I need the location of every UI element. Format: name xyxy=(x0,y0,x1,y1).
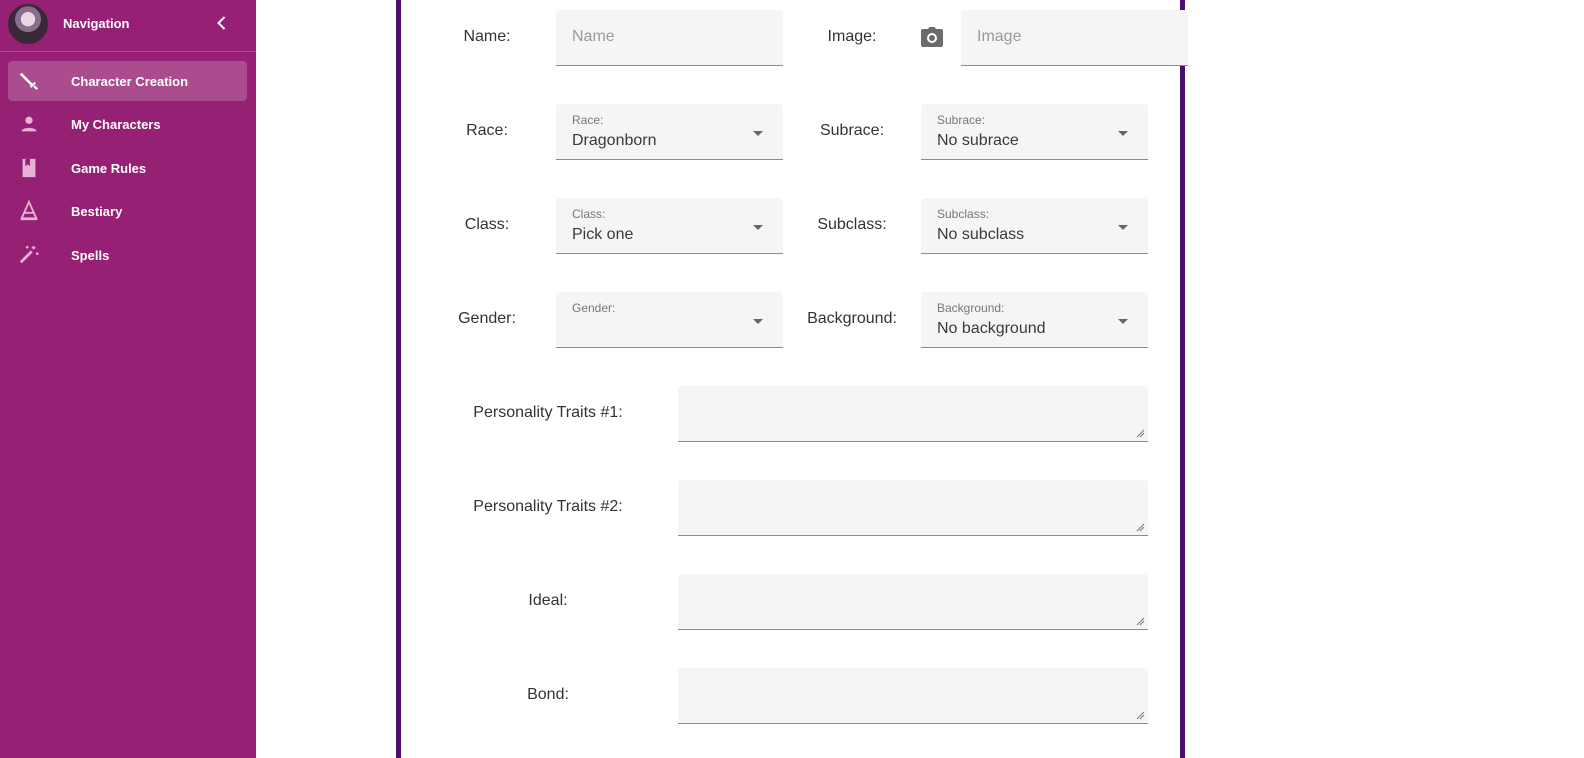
sidebar-item-my-characters[interactable]: My Characters xyxy=(8,104,247,144)
sidebar-header: Navigation xyxy=(0,0,256,50)
subclass-value: No subclass xyxy=(937,226,1025,243)
dropdown-arrow-icon xyxy=(1118,319,1128,324)
race-label: Race: xyxy=(466,122,508,139)
sidebar-item-label: Bestiary xyxy=(71,204,123,219)
class-label: Class: xyxy=(464,216,510,233)
person-icon xyxy=(21,116,37,132)
race-value: Dragonborn xyxy=(572,132,657,149)
bond-label: Bond: xyxy=(527,686,569,703)
background-label: Background: xyxy=(807,310,897,327)
subclass-field-label: Subclass: xyxy=(937,207,990,221)
sidebar-item-spells[interactable]: Spells xyxy=(8,235,247,275)
chevron-left-icon xyxy=(217,16,226,30)
magic-wand-icon xyxy=(19,245,39,264)
gender-select[interactable]: Gender: xyxy=(556,292,783,348)
class-field-label: Class: xyxy=(572,207,606,221)
resize-handle-icon[interactable] xyxy=(1136,711,1145,720)
dropdown-arrow-icon xyxy=(753,319,763,324)
form-panel-border-left xyxy=(396,0,401,758)
dropdown-arrow-icon xyxy=(1118,131,1128,136)
resize-handle-icon[interactable] xyxy=(1136,523,1145,532)
camera-icon[interactable] xyxy=(920,26,944,48)
sidebar-title: Navigation xyxy=(63,16,130,31)
ideal-label: Ideal: xyxy=(528,592,568,609)
image-label: Image: xyxy=(827,28,877,45)
subrace-select[interactable]: Subrace: No subrace xyxy=(921,104,1148,160)
background-select[interactable]: Background: No background xyxy=(921,292,1148,348)
image-input[interactable]: Image xyxy=(961,10,1188,66)
race-field-label: Race: xyxy=(572,113,604,127)
dropdown-arrow-icon xyxy=(1118,225,1128,230)
sidebar-item-character-creation[interactable]: Character Creation xyxy=(8,61,247,101)
book-icon xyxy=(22,158,36,178)
personality-traits-2-textarea[interactable] xyxy=(678,480,1148,536)
subclass-select[interactable]: Subclass: No subclass xyxy=(921,198,1148,254)
sidebar-item-label: My Characters xyxy=(71,117,161,132)
avatar[interactable] xyxy=(8,4,48,44)
collapse-sidebar-button[interactable] xyxy=(212,13,232,33)
name-placeholder: Name xyxy=(572,28,615,45)
subrace-field-label: Subrace: xyxy=(937,113,986,127)
personality-traits-1-label: Personality Traits #1: xyxy=(473,404,623,421)
monster-icon xyxy=(20,200,38,221)
sidebar-item-bestiary[interactable]: Bestiary xyxy=(8,191,247,231)
personality-traits-2-label: Personality Traits #2: xyxy=(473,498,623,515)
subclass-label: Subclass: xyxy=(817,216,887,233)
dropdown-arrow-icon xyxy=(753,225,763,230)
race-select[interactable]: Race: Dragonborn xyxy=(556,104,783,160)
resize-handle-icon[interactable] xyxy=(1136,617,1145,626)
subrace-label: Subrace: xyxy=(819,122,885,139)
name-input[interactable]: Name xyxy=(556,10,783,66)
class-value: Pick one xyxy=(572,226,634,243)
sidebar-item-label: Game Rules xyxy=(71,161,147,176)
sidebar-divider xyxy=(0,51,256,52)
dropdown-arrow-icon xyxy=(753,131,763,136)
sidebar-item-label: Character Creation xyxy=(71,74,189,89)
ideal-textarea[interactable] xyxy=(678,574,1148,630)
sidebar-item-label: Spells xyxy=(71,248,110,263)
gender-label: Gender: xyxy=(458,310,516,327)
class-select[interactable]: Class: Pick one xyxy=(556,198,783,254)
background-field-label: Background: xyxy=(937,301,1005,315)
sidebar: Navigation Character Creation My Charact… xyxy=(0,0,256,758)
sidebar-item-game-rules[interactable]: Game Rules xyxy=(8,148,247,188)
sword-icon xyxy=(19,72,39,91)
personality-traits-1-textarea[interactable] xyxy=(678,386,1148,442)
form-panel-border-right xyxy=(1180,0,1185,758)
background-value: No background xyxy=(937,320,1046,337)
resize-handle-icon[interactable] xyxy=(1136,429,1145,438)
image-placeholder: Image xyxy=(977,28,1022,45)
bond-textarea[interactable] xyxy=(678,668,1148,724)
subrace-value: No subrace xyxy=(937,132,1019,149)
gender-field-label: Gender: xyxy=(572,301,616,315)
name-label: Name: xyxy=(463,28,511,45)
